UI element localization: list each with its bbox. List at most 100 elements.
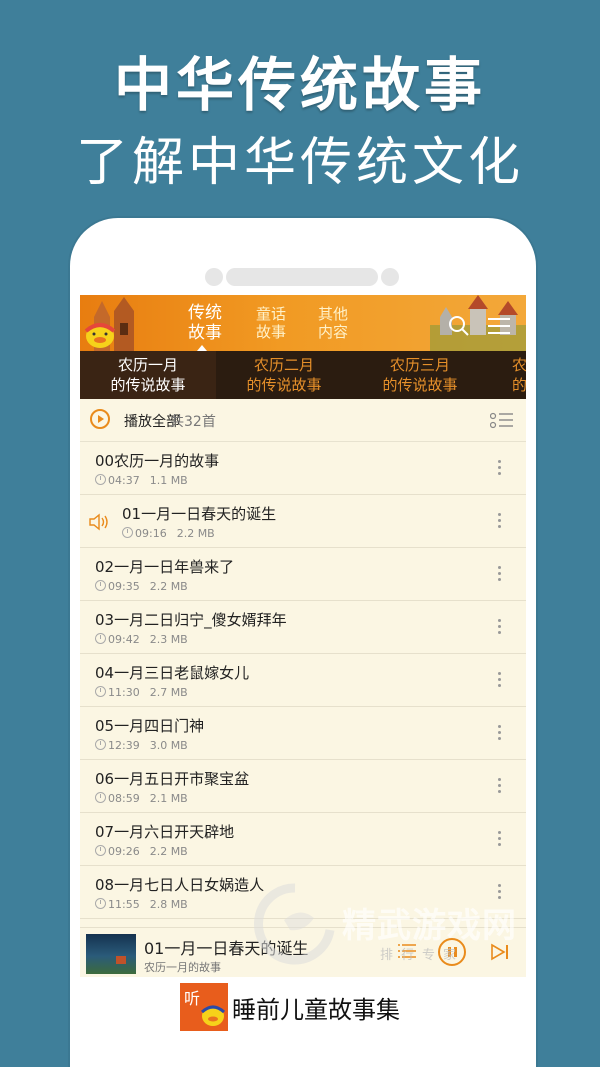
track-title: 02一月一日年兽来了: [95, 558, 235, 576]
track-duration: 09:16: [135, 527, 167, 540]
more-options-icon[interactable]: [498, 566, 502, 582]
month-tab-3[interactable]: 农历三月 的传说故事: [352, 351, 488, 399]
month-tab-line2: 的: [512, 376, 526, 394]
multi-select-icon[interactable]: [490, 412, 514, 430]
phone-speaker: [226, 268, 378, 286]
track-duration: 12:39: [108, 739, 140, 752]
track-meta: 04:37 1.1 MB: [95, 474, 188, 487]
month-tab-line1: 农历一月: [117, 356, 178, 374]
tab-label-line2: 内容: [318, 323, 349, 341]
playlist-icon[interactable]: [398, 942, 416, 960]
track-meta: 11:30 2.7 MB: [95, 686, 188, 699]
track-title: 03一月二日归宁_傻女婿拜年: [95, 611, 287, 629]
app-logo-text: 听: [184, 989, 201, 1008]
clock-icon: [122, 527, 133, 538]
month-tab-line2: 的传说故事: [246, 376, 322, 394]
player-album-name: 农历一月的故事: [144, 961, 221, 974]
track-title: 08一月七日人日女娲造人: [95, 876, 265, 894]
track-size: 2.7 MB: [149, 686, 188, 699]
more-options-icon[interactable]: [498, 884, 502, 900]
search-icon[interactable]: [448, 315, 470, 337]
player-track-title: 01一月一日春天的诞生: [144, 939, 309, 958]
phone-sensor-left: [205, 268, 223, 286]
duck-logo-icon: [200, 1005, 226, 1026]
month-tab-4[interactable]: 农 的: [488, 351, 526, 399]
track-title: 07一月六日开天辟地: [95, 823, 235, 841]
more-options-icon[interactable]: [498, 513, 502, 529]
clock-icon: [95, 633, 106, 644]
more-options-icon[interactable]: [498, 672, 502, 688]
album-art: [86, 934, 136, 974]
track-title: 05一月四日门神: [95, 717, 205, 735]
track-duration: 04:37: [108, 474, 140, 487]
track-title: 00农历一月的故事: [95, 452, 220, 470]
track-row[interactable]: 02一月一日年兽来了 09:35 2.2 MB: [80, 548, 526, 601]
track-meta: 12:39 3.0 MB: [95, 739, 188, 752]
pause-button[interactable]: [438, 938, 466, 966]
month-tab-line2: 的传说故事: [110, 376, 186, 394]
tab-other-content[interactable]: 其他 内容: [318, 305, 348, 341]
now-playing-speaker-icon: [89, 513, 108, 531]
menu-icon[interactable]: [488, 317, 510, 335]
month-tab-bar: 农历一月 的传说故事 农历二月 的传说故事 农历三月 的传说故事 农 的: [80, 351, 526, 399]
clock-icon: [95, 845, 106, 856]
track-size: 1.1 MB: [149, 474, 188, 487]
month-tab-1[interactable]: 农历一月 的传说故事: [80, 351, 216, 399]
month-tab-line2: 的传说故事: [382, 376, 458, 394]
track-row[interactable]: 01一月一日春天的诞生 09:16 2.2 MB: [80, 495, 526, 548]
track-meta: 09:26 2.2 MB: [95, 845, 188, 858]
track-meta: 09:35 2.2 MB: [95, 580, 188, 593]
track-title: 04一月三日老鼠嫁女儿: [95, 664, 250, 682]
track-duration: 09:26: [108, 845, 140, 858]
more-options-icon[interactable]: [498, 460, 502, 476]
track-size: 2.2 MB: [149, 845, 188, 858]
track-list: 00农历一月的故事 04:37 1.1 MB 01一月一日春天的诞生 09:16 2…: [80, 442, 526, 919]
track-row[interactable]: 06一月五日开市聚宝盆 08:59 2.1 MB: [80, 760, 526, 813]
clock-icon: [95, 474, 106, 485]
clock-icon: [95, 739, 106, 750]
month-tab-2[interactable]: 农历二月 的传说故事: [216, 351, 352, 399]
tab-label-line1: 传统: [188, 303, 222, 323]
clock-icon: [95, 686, 106, 697]
more-options-icon[interactable]: [498, 831, 502, 847]
track-row[interactable]: 03一月二日归宁_傻女婿拜年 09:42 2.3 MB: [80, 601, 526, 654]
track-size: 2.2 MB: [149, 580, 188, 593]
track-duration: 11:55: [108, 898, 140, 911]
tab-label-line1: 其他: [318, 305, 349, 323]
more-options-icon[interactable]: [498, 725, 502, 741]
track-size: 2.2 MB: [176, 527, 215, 540]
track-row[interactable]: 00农历一月的故事 04:37 1.1 MB: [80, 442, 526, 495]
play-all-icon[interactable]: [90, 409, 110, 429]
promo-subheadline: 了解中华传统文化: [75, 133, 524, 193]
more-options-icon[interactable]: [498, 619, 502, 635]
track-meta: 09:16 2.2 MB: [122, 527, 215, 540]
month-tab-line1: 农历二月: [253, 356, 314, 374]
track-row[interactable]: 08一月七日人日女娲造人 11:55 2.8 MB: [80, 866, 526, 919]
clock-icon: [95, 898, 106, 909]
track-size: 3.0 MB: [149, 739, 188, 752]
track-row[interactable]: 04一月三日老鼠嫁女儿 11:30 2.7 MB: [80, 654, 526, 707]
tab-fairy-tales[interactable]: 童话 故事: [256, 305, 286, 341]
app-header: 传统 故事 童话 故事 其他 内容: [80, 295, 526, 351]
track-count: 共32首: [170, 414, 216, 430]
clock-icon: [95, 792, 106, 803]
track-size: 2.8 MB: [149, 898, 188, 911]
tab-label-line2: 故事: [188, 323, 222, 343]
more-options-icon[interactable]: [498, 778, 502, 794]
month-tab-line1: 农历三月: [389, 356, 450, 374]
track-row[interactable]: 05一月四日门神 12:39 3.0 MB: [80, 707, 526, 760]
play-all-bar: 播放全部 共32首: [80, 399, 526, 442]
track-duration: 08:59: [108, 792, 140, 805]
track-title: 01一月一日春天的诞生: [122, 505, 277, 523]
track-row[interactable]: 07一月六日开天辟地 09:26 2.2 MB: [80, 813, 526, 866]
track-meta: 08:59 2.1 MB: [95, 792, 188, 805]
next-track-icon[interactable]: [490, 942, 510, 962]
mini-player[interactable]: 01一月一日春天的诞生 农历一月的故事: [80, 927, 526, 977]
tab-label-line2: 故事: [256, 323, 287, 341]
track-duration: 09:35: [108, 580, 140, 593]
promo-headline: 中华传统故事: [113, 51, 486, 119]
track-size: 2.1 MB: [149, 792, 188, 805]
app-logo: 听: [180, 983, 228, 1031]
duck-mascot-icon: [84, 323, 116, 348]
tab-traditional-stories[interactable]: 传统 故事: [188, 303, 222, 343]
